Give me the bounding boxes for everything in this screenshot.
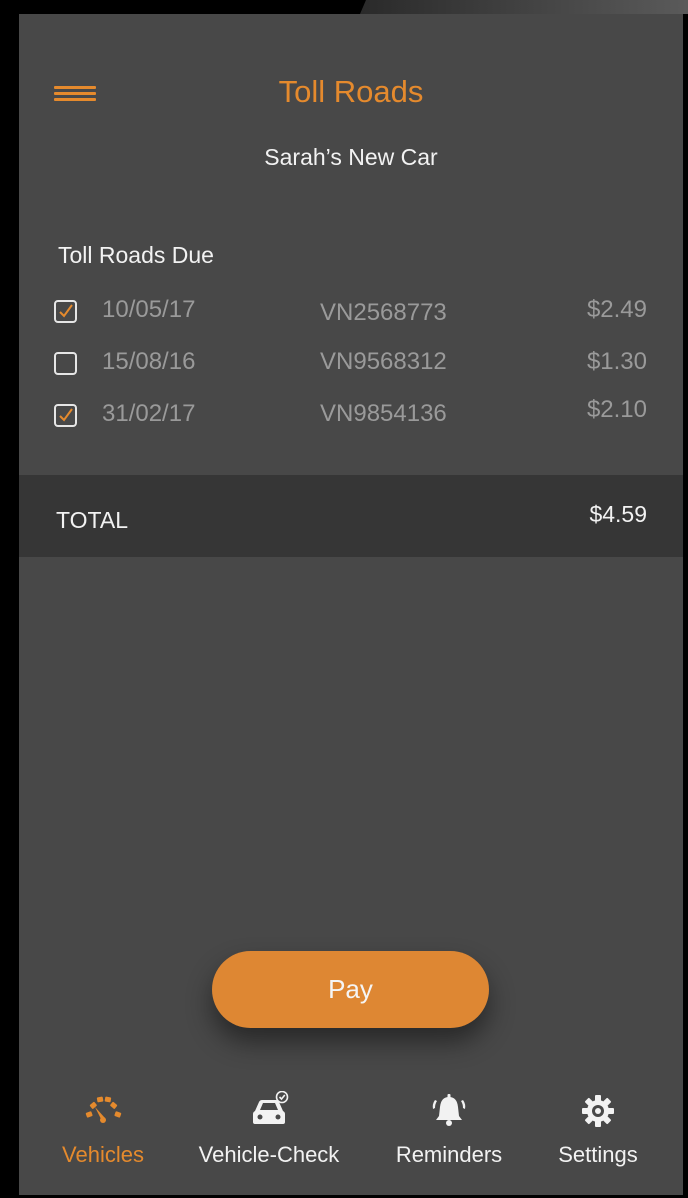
- tab-vehicles[interactable]: Vehicles: [43, 1079, 163, 1195]
- toll-reference: VN9854136: [320, 400, 447, 427]
- window-corner: [360, 0, 688, 14]
- section-title: Toll Roads Due: [58, 242, 214, 268]
- toll-reference: VN9568312: [320, 348, 447, 375]
- toll-date: 15/08/16: [102, 348, 196, 375]
- app-screen: Toll Roads Sarah’s New Car Toll Roads Du…: [19, 14, 683, 1195]
- tab-label: Vehicles: [62, 1142, 144, 1167]
- toll-amount: $1.30: [586, 348, 647, 375]
- gear-icon: [582, 1095, 614, 1127]
- toll-row: 31/02/17 VN9854136 $2.10: [19, 396, 683, 438]
- toll-checkbox[interactable]: [54, 352, 77, 375]
- total-value: $4.59: [589, 501, 647, 527]
- tab-label: Reminders: [395, 1142, 503, 1167]
- tab-label: Settings: [558, 1142, 638, 1167]
- total-label: TOTAL: [56, 507, 128, 533]
- vehicle-name: Sarah’s New Car: [264, 144, 438, 170]
- alarm-bell-icon: [432, 1094, 466, 1126]
- header: Toll Roads Sarah’s New Car: [19, 14, 683, 214]
- total-bar: TOTAL $4.59: [19, 475, 683, 557]
- speedometer-icon: [85, 1096, 122, 1123]
- checkmark-icon: [59, 304, 73, 318]
- toll-row: 10/05/17 VN2568773 $2.49: [19, 294, 683, 334]
- checkmark-icon: [59, 408, 73, 422]
- page-title: Toll Roads: [278, 74, 424, 109]
- toll-amount: $2.49: [586, 296, 647, 323]
- pay-button[interactable]: Pay: [212, 951, 489, 1028]
- toll-checkbox[interactable]: [54, 300, 77, 323]
- toll-reference: VN2568773: [320, 299, 447, 326]
- bottom-tab-bar: Vehicles Vehicle-Check Reminders Setting…: [19, 1079, 683, 1195]
- toll-amount: $2.10: [586, 396, 647, 423]
- tab-vehicle-check[interactable]: Vehicle-Check: [185, 1079, 353, 1195]
- toll-date: 10/05/17: [102, 296, 196, 323]
- toll-date: 31/02/17: [102, 400, 196, 427]
- tab-reminders[interactable]: Reminders: [383, 1079, 515, 1195]
- tab-settings[interactable]: Settings: [539, 1079, 657, 1195]
- toll-row: 15/08/16 VN9568312 $1.30: [19, 346, 683, 386]
- toll-checkbox[interactable]: [54, 404, 77, 427]
- tab-label: Vehicle-Check: [198, 1142, 340, 1167]
- car-check-icon: [253, 1091, 289, 1124]
